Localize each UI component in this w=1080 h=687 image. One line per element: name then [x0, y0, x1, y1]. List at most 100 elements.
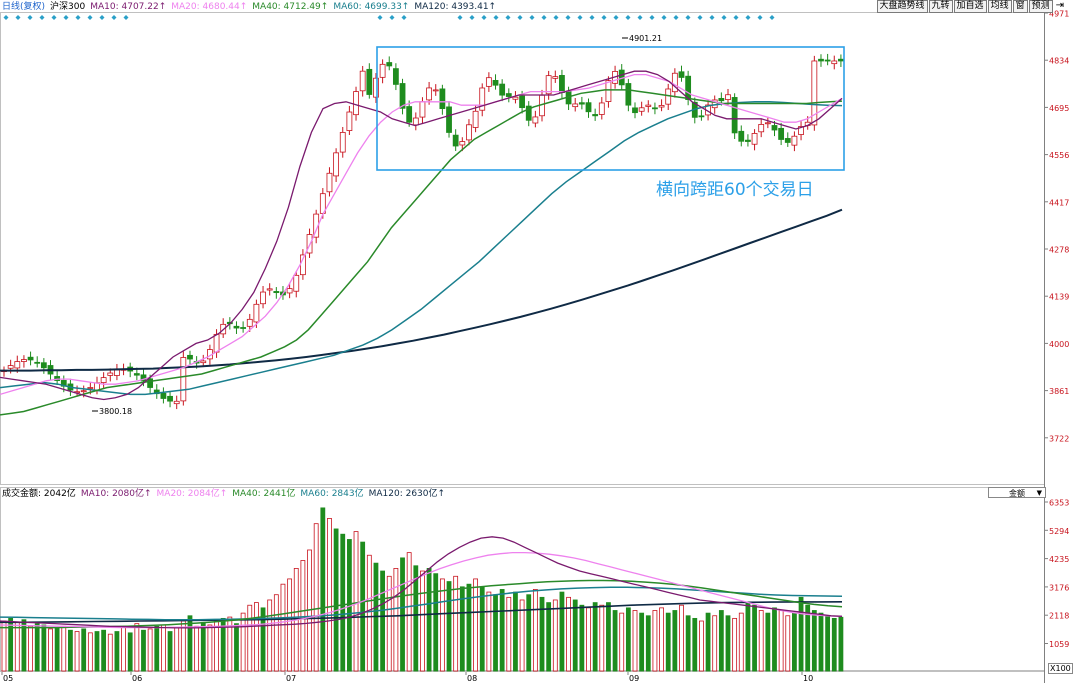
candle-up — [426, 87, 432, 101]
expand-arrow-icon[interactable]: ⇥ — [1054, 0, 1066, 13]
volume-bar-up — [214, 620, 219, 672]
candle-down — [738, 130, 745, 142]
candle-up — [512, 96, 519, 100]
candle-up — [485, 77, 492, 87]
volume-bar-up — [327, 518, 332, 672]
trend-line-button[interactable]: 大盘趋势线 — [876, 0, 928, 13]
volume-bar-down — [167, 631, 173, 672]
vol-legend-ma10: MA10: 2080亿↑ — [80, 489, 152, 499]
signal-dot — [377, 15, 383, 20]
signal-dot — [697, 15, 703, 20]
signal-dot — [87, 15, 93, 20]
vol-legend-ma120: MA120: 2630亿↑ — [368, 489, 446, 499]
nine-turn-button[interactable]: 九转 — [928, 0, 953, 13]
candle-up — [379, 63, 386, 78]
x-tick-label: 06 — [132, 674, 142, 683]
signal-dot — [673, 15, 679, 20]
forecast-button[interactable]: 预测 — [1028, 0, 1053, 13]
candle-up — [605, 80, 612, 102]
candle-up — [359, 70, 366, 92]
volume-legend: 成交金额: 2042亿 MA10: 2080亿↑ MA20: 2084亿↑ MA40:… — [2, 488, 450, 500]
volume-tick-label: 5294 — [1049, 527, 1069, 536]
volume-bar-up — [599, 604, 605, 672]
price-tick-label: 4139 — [1049, 293, 1069, 302]
signal-dot — [3, 15, 9, 20]
candle-up — [7, 365, 14, 369]
legend-ma40: MA40: 4712.49↑ — [252, 2, 329, 12]
low-label: 3800.18 — [99, 407, 132, 416]
volume-bar-up — [679, 604, 684, 672]
volume-bar-down — [546, 602, 552, 672]
volume-bar-down — [499, 589, 505, 672]
volume-bar-down — [234, 623, 239, 672]
volume-bar-up — [453, 575, 459, 672]
add-watchlist-button[interactable]: 加自选 — [953, 0, 987, 13]
price-tick-label: 4278 — [1049, 246, 1069, 255]
volume-bar-up — [420, 570, 425, 672]
volume-bar-down — [745, 602, 751, 672]
signal-dot — [99, 15, 105, 20]
signal-dot — [469, 15, 475, 20]
volume-bar-down — [141, 629, 146, 672]
signal-dot — [757, 15, 763, 20]
window-button[interactable]: 窗 — [1012, 0, 1028, 13]
vol-legend-ma20: MA20: 2084亿↑ — [156, 489, 228, 499]
volume-bar-up — [28, 625, 33, 672]
candle-down — [838, 58, 844, 62]
x-tick-label: 08 — [467, 674, 477, 683]
candle-up — [100, 377, 107, 383]
volume-bar-up — [87, 632, 93, 672]
signal-dot — [111, 15, 117, 20]
volume-unit-badge: X100 — [1048, 663, 1073, 674]
volume-bar-up — [48, 628, 53, 672]
signal-dot — [75, 15, 81, 20]
volume-bar-down — [705, 612, 711, 672]
ma-button[interactable]: 均线 — [987, 0, 1012, 13]
candle-up — [472, 110, 479, 128]
candle-up — [200, 360, 207, 364]
signal-dot — [745, 15, 751, 20]
volume-bar-up — [486, 591, 492, 672]
volume-bar-up — [227, 616, 233, 672]
volume-bar-down — [101, 629, 107, 672]
volume-bar-down — [811, 610, 817, 672]
candle-up — [293, 274, 300, 292]
candle-up — [459, 141, 466, 146]
candle-down — [147, 378, 154, 388]
candle-up — [791, 135, 798, 146]
signal-dot — [51, 15, 57, 20]
price-tick-label: 4417 — [1049, 198, 1069, 207]
candle-up — [339, 132, 346, 153]
legend-period[interactable]: 日线(复权) — [2, 2, 45, 12]
volume-bar-down — [838, 616, 844, 672]
volume-bar-down — [559, 591, 565, 672]
candle-up — [266, 288, 273, 291]
volume-bar-down — [592, 602, 598, 672]
signal-dot — [27, 15, 33, 20]
vol-legend-ma60: MA60: 2843亿 — [300, 489, 364, 499]
stock-chart[interactable]: 4971483446954556441742784139400038613722… — [0, 0, 1080, 683]
volume-bar-down — [127, 632, 133, 672]
volume-bar-down — [792, 612, 797, 672]
x-tick-label: 05 — [3, 674, 13, 683]
signal-dot — [541, 15, 547, 20]
volume-bar-down — [685, 615, 691, 672]
signal-dot — [529, 15, 535, 20]
candle-up — [180, 357, 187, 402]
candle-down — [519, 95, 525, 109]
candle-down — [585, 102, 592, 113]
candle-up — [658, 105, 665, 108]
indicator-dropdown[interactable]: 金额 ▼ — [988, 487, 1046, 498]
legend-ma10: MA10: 4707.22↑ — [90, 2, 167, 12]
candle-up — [260, 291, 266, 305]
vol-legend-ma40: MA40: 2441亿 — [232, 489, 296, 499]
legend-index: 沪深300 — [50, 2, 86, 12]
volume-tick-label: 6353 — [1049, 499, 1069, 508]
volume-bar-up — [194, 625, 200, 672]
volume-bar-up — [473, 578, 478, 672]
candle-down — [406, 106, 413, 123]
candle-down — [492, 79, 499, 86]
ma10-line — [0, 70, 843, 401]
volume-bar-down — [320, 507, 326, 672]
candle-down — [386, 62, 393, 67]
